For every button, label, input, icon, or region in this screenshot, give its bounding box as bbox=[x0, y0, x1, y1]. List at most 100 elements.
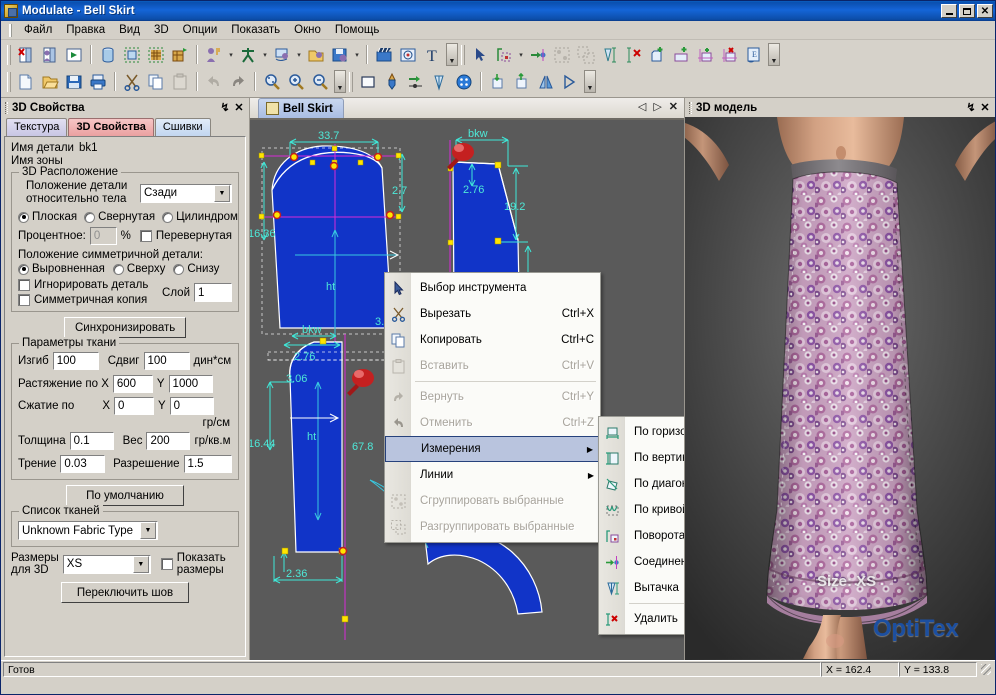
menu-item-group[interactable]: Сгруппировать выбранные bbox=[385, 488, 600, 514]
flipped-checkbox[interactable] bbox=[140, 230, 152, 242]
seam-out-icon[interactable] bbox=[510, 70, 534, 93]
panel-grip-right[interactable] bbox=[689, 102, 692, 114]
menu-item-undo[interactable]: Отменить Ctrl+Z bbox=[385, 410, 600, 436]
dart-icon[interactable] bbox=[428, 70, 452, 93]
redo-icon[interactable] bbox=[226, 70, 250, 93]
point-line-icon[interactable] bbox=[404, 70, 428, 93]
menu-item-options[interactable]: Опции bbox=[176, 22, 225, 38]
zoom-out-icon[interactable] bbox=[308, 70, 332, 93]
radio-below[interactable] bbox=[173, 264, 184, 275]
avatar-layer-icon[interactable] bbox=[270, 43, 294, 66]
copy-icon[interactable] bbox=[144, 70, 168, 93]
toolbar-grip-3[interactable] bbox=[7, 72, 11, 92]
tab-texture[interactable]: Текстура bbox=[6, 118, 67, 136]
close-icon-right[interactable]: ✕ bbox=[978, 101, 992, 115]
toolbar-overflow-2[interactable]: ▼ bbox=[334, 70, 346, 93]
toggle-seam-button[interactable]: Переключить шов bbox=[61, 582, 189, 603]
bend-input[interactable]: 100 bbox=[53, 352, 99, 370]
chevron-down-icon-sizes[interactable]: ▼ bbox=[133, 556, 149, 573]
nav-close-icon[interactable]: ✕ bbox=[669, 100, 678, 113]
close-icon[interactable]: ✕ bbox=[232, 101, 246, 115]
delete-measure-icon[interactable] bbox=[622, 43, 646, 66]
piece-merge-icon[interactable] bbox=[670, 43, 694, 66]
render-icon[interactable] bbox=[396, 43, 420, 66]
print-icon[interactable] bbox=[86, 70, 110, 93]
resolution-input[interactable]: 1.5 bbox=[184, 455, 232, 473]
panel-grip[interactable] bbox=[5, 102, 8, 114]
play-simulation-icon[interactable] bbox=[62, 43, 86, 66]
toolbar-grip[interactable] bbox=[7, 45, 11, 65]
radio-above[interactable] bbox=[113, 264, 124, 275]
undo-icon[interactable] bbox=[202, 70, 226, 93]
toolbar-overflow-3[interactable]: ▼ bbox=[584, 70, 596, 93]
rotate-measure-icon[interactable] bbox=[492, 43, 516, 66]
menu-item-cut[interactable]: Вырезать Ctrl+X bbox=[385, 301, 600, 327]
submenu-item-diagonal[interactable]: По диагонали bbox=[599, 471, 684, 497]
menu-item-show[interactable]: Показать bbox=[224, 22, 287, 38]
flip-icon[interactable] bbox=[558, 70, 582, 93]
new-icon[interactable] bbox=[14, 70, 38, 93]
sync-button[interactable]: Синхронизировать bbox=[64, 317, 186, 338]
zoom-fit-icon[interactable] bbox=[260, 70, 284, 93]
position-select[interactable]: Сзади ▼ bbox=[140, 184, 232, 203]
button-icon[interactable] bbox=[452, 70, 476, 93]
show-sizes-checkbox[interactable] bbox=[161, 558, 173, 570]
avatar-pose-dropdown[interactable]: ▾ bbox=[260, 43, 270, 66]
menu-item-edit[interactable]: Правка bbox=[59, 22, 112, 38]
stretch-x-input[interactable]: 600 bbox=[113, 375, 153, 393]
sizes-select[interactable]: XS ▼ bbox=[63, 555, 151, 574]
friction-input[interactable]: 0.03 bbox=[60, 455, 105, 473]
toolbar-grip-4[interactable] bbox=[349, 72, 353, 92]
export-icon[interactable]: E bbox=[742, 43, 766, 66]
menu-item-view[interactable]: Вид bbox=[112, 22, 147, 38]
avatar-pose-icon[interactable] bbox=[236, 43, 260, 66]
piece-remove-icon[interactable] bbox=[718, 43, 742, 66]
menu-item-measurements[interactable]: Измерения ▶ bbox=[385, 436, 600, 462]
document-tab-bell-skirt[interactable]: Bell Skirt bbox=[258, 98, 344, 118]
submenu-item-connection[interactable]: Соединение bbox=[599, 549, 684, 575]
cylinder-icon[interactable] bbox=[96, 43, 120, 66]
percent-input[interactable]: 0 bbox=[90, 227, 117, 245]
select-region-icon[interactable] bbox=[120, 43, 144, 66]
measurements-submenu[interactable]: По горизонтали По вертикали По диагонали… bbox=[598, 416, 684, 635]
mesh-add-icon[interactable] bbox=[168, 43, 192, 66]
toolbar-overflow-1[interactable]: ▼ bbox=[446, 43, 458, 66]
dart-measure-icon[interactable] bbox=[598, 43, 622, 66]
submenu-item-curve[interactable]: По кривой bbox=[599, 497, 684, 523]
open-icon[interactable] bbox=[38, 70, 62, 93]
toolbar-overflow-4[interactable]: ▼ bbox=[768, 43, 780, 66]
menu-item-3d[interactable]: 3D bbox=[147, 22, 176, 38]
pattern-canvas[interactable]: .dim { stroke:#3fe8d8; stroke-width:1; f… bbox=[250, 120, 684, 660]
3d-viewport[interactable]: Size: XS OptiTex bbox=[685, 117, 995, 660]
submenu-item-dart[interactable]: Вытачка bbox=[599, 575, 684, 601]
layer-input[interactable]: 1 bbox=[194, 283, 232, 302]
rectangle-icon[interactable] bbox=[356, 70, 380, 93]
maximize-button[interactable] bbox=[959, 4, 975, 18]
ungroup-icon[interactable] bbox=[574, 43, 598, 66]
close-button[interactable]: ✕ bbox=[977, 4, 993, 18]
avatar-save-dropdown[interactable]: ▾ bbox=[352, 43, 362, 66]
pin-icon[interactable]: ↯ bbox=[218, 101, 232, 115]
menu-item-copy[interactable]: Копировать Ctrl+C bbox=[385, 327, 600, 353]
chevron-down-icon[interactable]: ▼ bbox=[214, 185, 230, 202]
text-icon[interactable]: T bbox=[420, 43, 444, 66]
group-icon[interactable] bbox=[550, 43, 574, 66]
nav-next-icon[interactable]: ▷ bbox=[653, 100, 661, 113]
tab-seams[interactable]: Сшивки bbox=[155, 118, 211, 136]
pin-icon-right[interactable]: ↯ bbox=[964, 101, 978, 115]
context-menu[interactable]: Выбор инструмента Вырезать Ctrl+X Копиро… bbox=[384, 272, 601, 543]
arrow-select-icon[interactable] bbox=[468, 43, 492, 66]
menu-item-ungroup[interactable]: Разгруппировать выбранные bbox=[385, 514, 600, 540]
weight-input[interactable]: 200 bbox=[146, 432, 190, 450]
minimize-button[interactable] bbox=[941, 4, 957, 18]
compress-y-input[interactable]: 0 bbox=[170, 397, 214, 415]
pen-icon[interactable] bbox=[380, 70, 404, 93]
avatar-save-icon[interactable] bbox=[328, 43, 352, 66]
piece-plus-icon[interactable] bbox=[694, 43, 718, 66]
cut-icon[interactable] bbox=[120, 70, 144, 93]
compress-x-input[interactable]: 0 bbox=[114, 397, 154, 415]
fabric-list-select[interactable]: Unknown Fabric Type ▼ bbox=[18, 521, 158, 540]
connection-icon[interactable] bbox=[526, 43, 550, 66]
menu-item-help[interactable]: Помощь bbox=[328, 22, 386, 38]
mirror-icon[interactable] bbox=[534, 70, 558, 93]
